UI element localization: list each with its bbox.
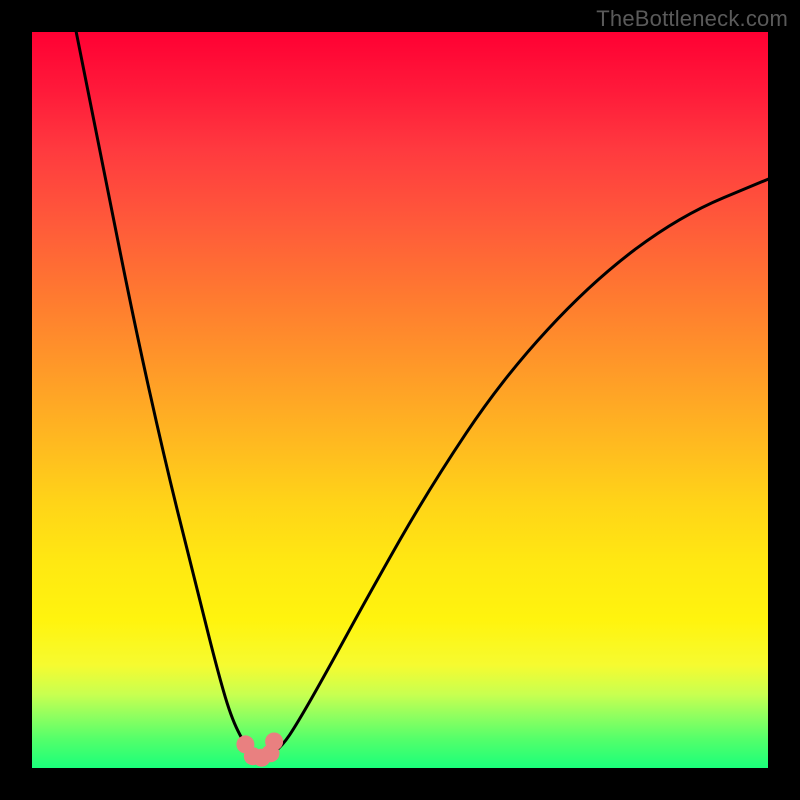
curve-svg bbox=[32, 32, 768, 768]
valley-marker bbox=[265, 733, 283, 751]
bottleneck-curve bbox=[76, 32, 768, 757]
plot-area bbox=[32, 32, 768, 768]
watermark-text: TheBottleneck.com bbox=[596, 6, 788, 32]
valley-marker-group bbox=[236, 733, 283, 767]
chart-frame: TheBottleneck.com bbox=[0, 0, 800, 800]
